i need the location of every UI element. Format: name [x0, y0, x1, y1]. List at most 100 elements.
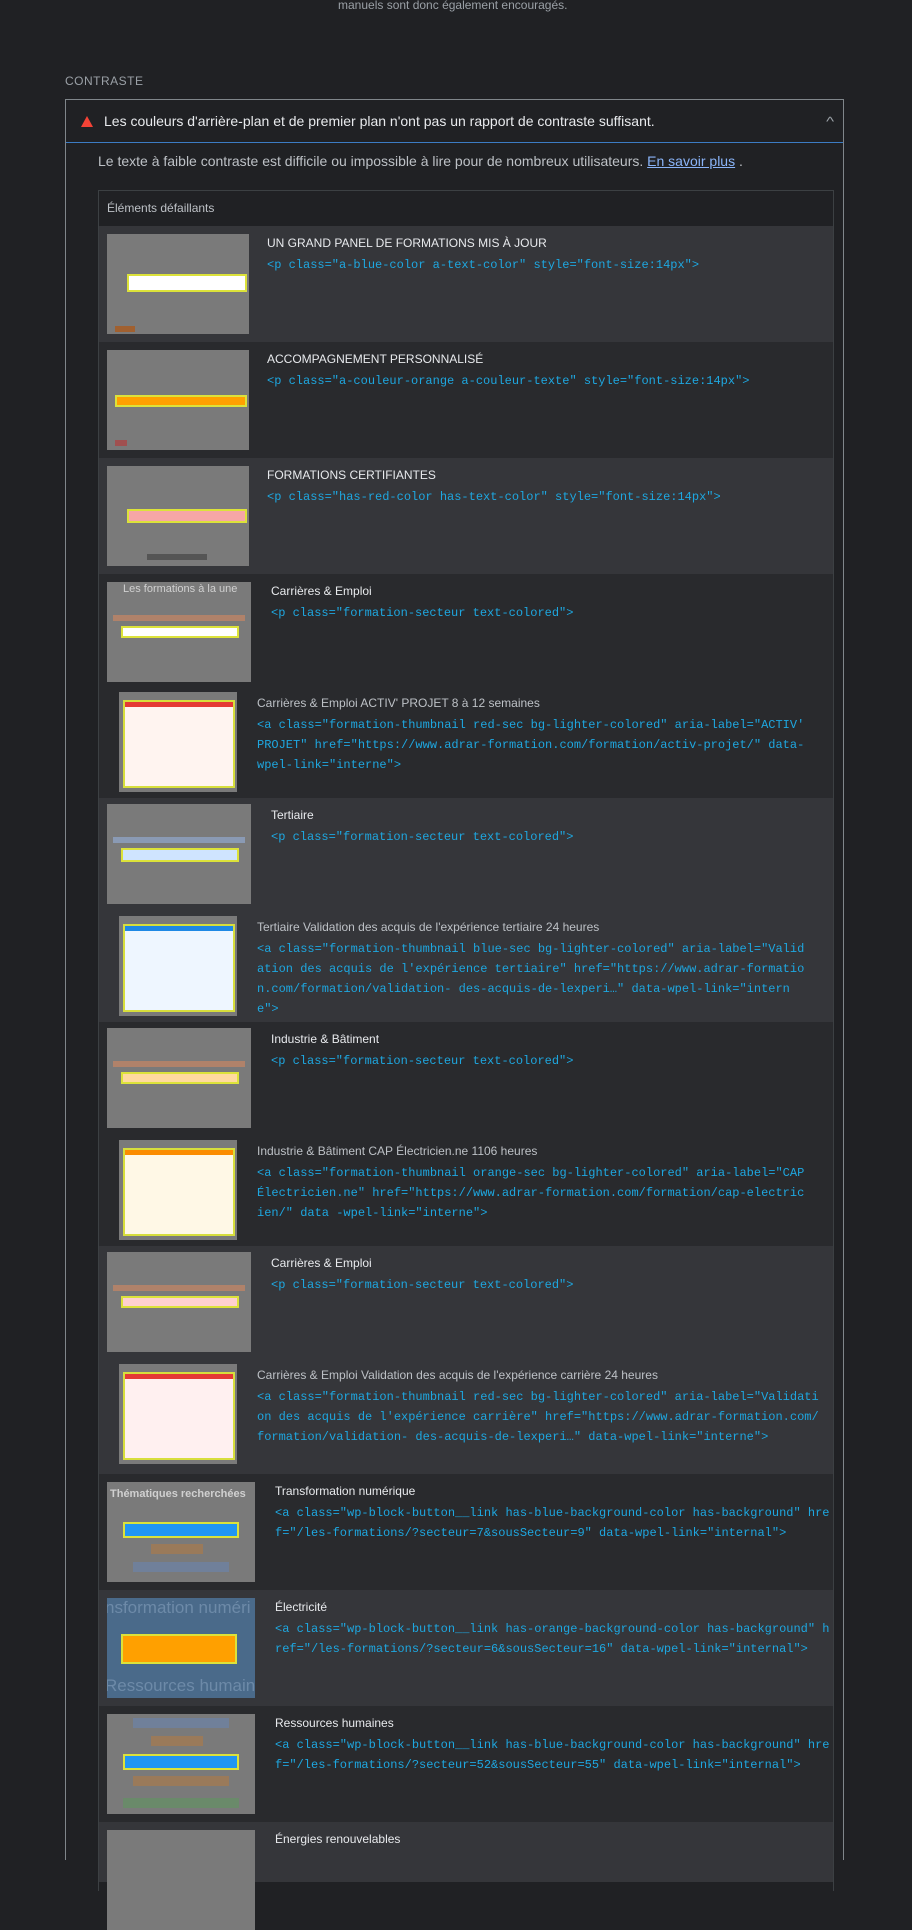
row-label: Carrières & Emploi [271, 584, 372, 598]
highlight-box [115, 395, 247, 407]
audit-description-period: . [738, 153, 743, 169]
warning-icon [81, 115, 93, 127]
element-thumbnail [119, 1140, 237, 1240]
table-row: ACCOMPAGNEMENT PERSONNALISÉ <p class="a-… [99, 342, 833, 458]
audit-description-text: Le texte à faible contraste est difficil… [98, 153, 644, 169]
thumb-decoration [113, 1061, 245, 1067]
table-row: FORMATIONS CERTIFIANTES <p class="has-re… [99, 458, 833, 574]
element-thumbnail [107, 1830, 255, 1930]
highlight-card [123, 700, 235, 788]
row-code[interactable]: <p class="formation-secteur text-colored… [271, 603, 833, 623]
highlight-box [121, 626, 239, 638]
element-thumbnail [107, 1714, 255, 1814]
audit-title: Les couleurs d'arrière-plan et de premie… [104, 113, 655, 129]
table-row: Énergies renouvelables [99, 1822, 833, 1930]
table-row: Industrie & Bâtiment CAP Électricien.ne … [99, 1134, 833, 1246]
contrast-audit: Les couleurs d'arrière-plan et de premie… [65, 99, 844, 1930]
highlight-box [121, 848, 239, 862]
element-thumbnail: Les formations à la une [107, 582, 251, 682]
row-code[interactable]: <a class="formation-thumbnail red-sec bg… [257, 1387, 825, 1447]
table-row: Ressources humaines <a class="wp-block-b… [99, 1706, 833, 1822]
highlight-box [121, 1634, 237, 1664]
thumb-caption: nsformation numéri [107, 1598, 251, 1617]
table-row: Industrie & Bâtiment <p class="formation… [99, 1022, 833, 1134]
highlight-box [123, 1754, 239, 1770]
row-label: Industrie & Bâtiment [271, 1032, 380, 1046]
highlight-card [123, 1148, 235, 1236]
thumb-decoration [113, 1285, 245, 1291]
audit-description: Le texte à faible contraste est difficil… [66, 143, 843, 179]
row-label: ACCOMPAGNEMENT PERSONNALISÉ [267, 352, 484, 366]
audit-header[interactable]: Les couleurs d'arrière-plan et de premie… [66, 100, 843, 143]
thumb-decoration [151, 1544, 203, 1554]
row-label: Ressources humaines [275, 1716, 394, 1730]
row-label: UN GRAND PANEL DE FORMATIONS MIS À JOUR [267, 236, 547, 250]
row-code[interactable]: <p class="formation-secteur text-colored… [271, 1275, 833, 1295]
row-code[interactable]: <a class="formation-thumbnail red-sec bg… [257, 715, 809, 775]
highlight-box [123, 1522, 239, 1538]
row-code[interactable]: <a class="wp-block-button__link has-blue… [275, 1735, 833, 1775]
section-title: CONTRASTE [65, 74, 144, 88]
table-row: UN GRAND PANEL DE FORMATIONS MIS À JOUR … [99, 226, 833, 342]
element-thumbnail [119, 692, 237, 792]
thumb-decoration [151, 1736, 203, 1746]
row-code[interactable]: <p class="formation-secteur text-colored… [271, 1051, 833, 1071]
thumb-decoration [133, 1718, 229, 1728]
thumb-caption: Ressources humaine [107, 1676, 255, 1695]
element-thumbnail [119, 1364, 237, 1464]
element-thumbnail: nsformation numéri Ressources humaine [107, 1598, 255, 1698]
thumb-caption: Les formations à la une [123, 583, 238, 595]
thumb-decoration [147, 554, 207, 560]
learn-more-link[interactable]: En savoir plus [647, 153, 735, 169]
element-thumbnail [107, 466, 249, 566]
table-row: Tertiaire Validation des acquis de l'exp… [99, 910, 833, 1022]
thumb-decoration [113, 837, 245, 843]
element-thumbnail [107, 1028, 251, 1128]
thumb-decoration [115, 326, 135, 332]
highlight-card [123, 1372, 235, 1460]
row-code[interactable]: <p class="a-blue-color a-text-color" sty… [267, 255, 833, 275]
thumb-decoration [115, 440, 127, 446]
row-label: Carrières & Emploi Validation des acquis… [257, 1368, 658, 1382]
row-label: Électricité [275, 1600, 328, 1614]
thumb-decoration [133, 1562, 229, 1572]
row-label: Tertiaire [271, 808, 314, 822]
row-code[interactable]: <a class="formation-thumbnail orange-sec… [257, 1163, 809, 1223]
table-header: Éléments défaillants [107, 201, 215, 215]
element-thumbnail [107, 234, 249, 334]
highlight-box [121, 1296, 239, 1308]
top-note: manuels sont donc également encouragés. [338, 0, 568, 12]
row-code[interactable]: <p class="formation-secteur text-colored… [271, 827, 833, 847]
row-code[interactable]: <p class="a-couleur-orange a-couleur-tex… [267, 371, 833, 391]
thumb-caption: Thématiques recherchées [110, 1488, 246, 1500]
row-code[interactable]: <p class="has-red-color has-text-color" … [267, 487, 833, 507]
table-row: Carrières & Emploi ACTIV' PROJET 8 à 12 … [99, 686, 833, 798]
highlight-box [127, 274, 247, 292]
element-thumbnail [107, 1252, 251, 1352]
chevron-up-icon[interactable]: ^ [826, 114, 834, 129]
table-row: Les formations à la une Carrières & Empl… [99, 574, 833, 686]
table-row: Carrières & Emploi <p class="formation-s… [99, 1246, 833, 1358]
element-thumbnail [107, 350, 249, 450]
table-row: Tertiaire <p class="formation-secteur te… [99, 798, 833, 910]
row-label: Tertiaire Validation des acquis de l'exp… [257, 920, 600, 934]
row-label: Carrières & Emploi [271, 1256, 372, 1270]
highlight-card [123, 924, 235, 1012]
row-code[interactable]: <a class="formation-thumbnail blue-sec b… [257, 939, 809, 1019]
table-row: nsformation numéri Ressources humaine Él… [99, 1590, 833, 1706]
row-label: Industrie & Bâtiment CAP Électricien.ne … [257, 1144, 538, 1158]
row-code[interactable]: <a class="wp-block-button__link has-oran… [275, 1619, 833, 1659]
element-thumbnail: Thématiques recherchées [107, 1482, 255, 1582]
element-thumbnail [107, 804, 251, 904]
highlight-box [121, 1072, 239, 1084]
table-row: Thématiques recherchées Transformation n… [99, 1474, 833, 1590]
thumb-decoration [113, 615, 245, 621]
row-label: Transformation numérique [275, 1484, 416, 1498]
element-thumbnail [119, 916, 237, 1016]
highlight-box [127, 509, 247, 523]
table-row: Carrières & Emploi Validation des acquis… [99, 1358, 833, 1474]
thumb-decoration [123, 1798, 239, 1808]
failing-elements-table: Éléments défaillants UN GRAND PANEL DE F… [98, 190, 834, 1930]
row-code[interactable]: <a class="wp-block-button__link has-blue… [275, 1503, 833, 1543]
row-label: Énergies renouvelables [275, 1832, 401, 1846]
